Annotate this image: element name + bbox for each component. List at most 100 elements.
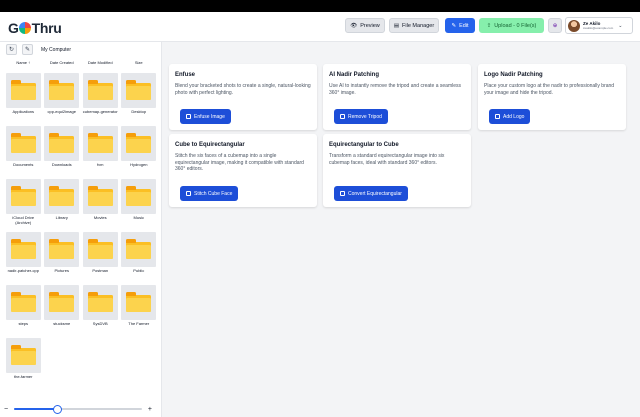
folder-item[interactable]: Hydrogen	[120, 126, 159, 175]
folder-name: cpp-equi2image	[47, 109, 76, 114]
button-label: Convert Equirectangular	[348, 190, 402, 197]
folder-item[interactable]: Movies	[81, 179, 120, 228]
folder-icon	[87, 80, 113, 100]
folder-item[interactable]: steps	[4, 285, 43, 334]
zoom-in-icon[interactable]: +	[142, 406, 152, 413]
column-size[interactable]: Size	[120, 60, 159, 65]
file-manager-button[interactable]: ▤ File Manager	[389, 18, 439, 33]
folder-item[interactable]: Postman	[81, 232, 120, 281]
folder-icon	[49, 239, 75, 259]
folder-item[interactable]: The Farmer	[120, 285, 159, 334]
current-path: My Computer	[41, 46, 72, 53]
folder-item[interactable]: Desktop	[120, 73, 159, 122]
logo-o-icon	[19, 22, 32, 34]
app-logo: G Thru	[8, 20, 62, 36]
card-ai-nadir-patching: AI Nadir Patching Use AI to instantly re…	[323, 64, 471, 130]
folder-icon	[10, 345, 36, 365]
upload-icon: ⇪	[486, 22, 492, 29]
avatar	[568, 19, 580, 32]
folder-thumbnail	[5, 126, 41, 161]
folder-name: cubemap-generator	[82, 109, 118, 114]
remove-tripod-button[interactable]: Remove Tripod	[334, 109, 388, 124]
folder-thumbnail	[121, 179, 157, 214]
card-title: Equirectangular to Cube	[329, 142, 399, 148]
upload-label: Upload - 0 File(s)	[494, 22, 537, 29]
folder-thumbnail	[44, 285, 80, 320]
folder-item[interactable]: Library	[43, 179, 82, 228]
column-date-created[interactable]: Date Created	[43, 60, 82, 65]
folder-item[interactable]: Applications	[4, 73, 43, 122]
folder-thumbnail	[121, 73, 157, 108]
zoom-slider[interactable]	[14, 404, 142, 414]
card-description: Blend your bracketed shots to create a s…	[175, 83, 311, 96]
folder-icon	[49, 133, 75, 153]
folder-icon	[10, 133, 36, 153]
zoom-control: − +	[4, 404, 159, 414]
add-logo-button[interactable]: Add Logo	[489, 109, 531, 124]
folder-item[interactable]: cubemap-generator	[81, 73, 120, 122]
zoom-slider-handle[interactable]	[53, 404, 63, 414]
wand-icon	[340, 114, 345, 119]
folder-item[interactable]: Downloads	[43, 126, 82, 175]
eye-icon: 👁	[350, 22, 358, 29]
edit-button[interactable]: ✎ Edit	[445, 18, 475, 33]
folder-name: Movies	[93, 215, 107, 220]
folder-icon	[10, 80, 36, 100]
folder-item[interactable]: the-farmer	[4, 338, 43, 387]
folder-item[interactable]: fvm	[81, 126, 120, 175]
folder-item[interactable]: Public	[120, 232, 159, 281]
card-title: Logo Nadir Patching	[484, 72, 543, 78]
cube-icon	[186, 191, 191, 196]
card-description: Transform a standard equirectangular ima…	[329, 153, 445, 166]
folder-name: Pictures	[54, 268, 69, 273]
convert-icon	[340, 191, 345, 196]
folder-thumbnail	[44, 179, 80, 214]
folder-item[interactable]: Documents	[4, 126, 43, 175]
pencil-icon: ✎	[24, 47, 31, 53]
language-button[interactable]: ⊕	[548, 18, 562, 33]
window-top-bar	[0, 0, 640, 12]
folder-thumbnail	[5, 179, 41, 214]
folder-thumbnail	[44, 232, 80, 267]
file-explorer-panel: ↻ ✎ My Computer Name ↑ Date Created Date…	[0, 42, 162, 417]
folder-icon	[10, 239, 36, 259]
folder-icon	[87, 292, 113, 312]
column-name[interactable]: Name ↑	[4, 60, 43, 65]
button-label: Add Logo	[503, 113, 525, 120]
folder-item[interactable]: nadir-patcher-cpp	[4, 232, 43, 281]
zoom-out-icon[interactable]: −	[4, 406, 14, 413]
user-menu[interactable]: Ze Akilo zeakilo@example.com ⌄	[565, 17, 633, 34]
folder-thumbnail	[44, 126, 80, 161]
folder-item[interactable]: stucksme	[43, 285, 82, 334]
folder-item[interactable]: Pictures	[43, 232, 82, 281]
folder-icon	[126, 80, 152, 100]
folder-name: The Farmer	[128, 321, 150, 326]
folder-item[interactable]: cpp-equi2image	[43, 73, 82, 122]
folder-item[interactable]: iCloud Drive (Archive)	[4, 179, 43, 228]
folder-item[interactable]: Music	[120, 179, 159, 228]
column-date-modified[interactable]: Date Modified	[81, 60, 120, 65]
enfuse-icon	[186, 114, 191, 119]
preview-label: Preview	[360, 22, 380, 29]
upload-button[interactable]: ⇪ Upload - 0 File(s)	[479, 18, 544, 33]
folder-name: Library	[55, 215, 68, 220]
logo-icon	[495, 114, 500, 119]
folder-name: stucksme	[53, 321, 71, 326]
folder-item[interactable]: SysDVB	[81, 285, 120, 334]
logo-text-right: Thru	[31, 20, 62, 36]
sort-arrow-icon: ↑	[28, 60, 31, 65]
folder-thumbnail	[121, 232, 157, 267]
enfuse-image-button[interactable]: Enfuse Image	[180, 109, 231, 124]
folder-thumbnail	[82, 73, 118, 108]
button-label: Stitch Cube Face	[194, 190, 233, 197]
rename-button[interactable]: ✎	[22, 44, 33, 55]
explorer-toolbar: ↻ ✎ My Computer	[6, 44, 71, 55]
folder-name: nadir-patcher-cpp	[7, 268, 39, 273]
refresh-button[interactable]: ↻	[6, 44, 17, 55]
preview-button[interactable]: 👁 Preview	[345, 18, 385, 33]
tools-area: Enfuse Blend your bracketed shots to cre…	[163, 42, 640, 417]
card-description: Stitch the six faces of a cubemap into a…	[175, 153, 304, 172]
convert-equirectangular-button[interactable]: Convert Equirectangular	[334, 186, 408, 201]
stitch-cube-face-button[interactable]: Stitch Cube Face	[180, 186, 239, 201]
folder-name: SysDVB	[92, 321, 108, 326]
